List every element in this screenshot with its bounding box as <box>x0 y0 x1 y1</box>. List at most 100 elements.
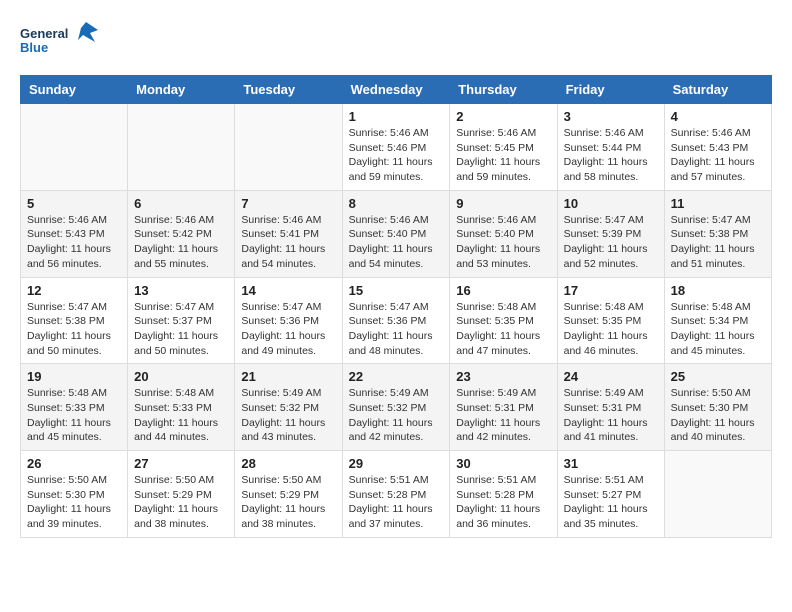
calendar-day-cell: 8 Sunrise: 5:46 AMSunset: 5:40 PMDaylight… <box>342 190 450 277</box>
day-info: Sunrise: 5:50 AMSunset: 5:29 PMDaylight:… <box>134 473 228 532</box>
day-number: 2 <box>456 109 550 124</box>
calendar-day-cell: 6Sunrise: 5:46 AMSunset: 5:42 PMDaylight… <box>128 190 235 277</box>
day-number: 9 <box>456 196 550 211</box>
calendar-week-row: 5 Sunrise: 5:46 AMSunset: 5:43 PMDaylight… <box>21 190 772 277</box>
day-number: 30 <box>456 456 550 471</box>
day-number: 23 <box>456 369 550 384</box>
calendar-day-cell: 31Sunrise: 5:51 AMSunset: 5:27 PMDayligh… <box>557 451 664 538</box>
calendar-day-cell: 20Sunrise: 5:48 AMSunset: 5:33 PMDayligh… <box>128 364 235 451</box>
day-info: Sunrise: 5:46 AMSunset: 5:43 PMDaylight:… <box>27 213 121 272</box>
day-number: 16 <box>456 283 550 298</box>
calendar-day-cell: 23Sunrise: 5:49 AMSunset: 5:31 PMDayligh… <box>450 364 557 451</box>
weekday-header: Saturday <box>664 76 771 104</box>
day-number: 25 <box>671 369 765 384</box>
day-number: 5 <box>27 196 121 211</box>
day-info: Sunrise: 5:46 AMSunset: 5:44 PMDaylight:… <box>564 126 658 185</box>
svg-text:General: General <box>20 26 68 41</box>
day-info: Sunrise: 5:47 AMSunset: 5:36 PMDaylight:… <box>349 300 444 359</box>
calendar-day-cell: 5 Sunrise: 5:46 AMSunset: 5:43 PMDaylight… <box>21 190 128 277</box>
calendar-day-cell: 11 Sunrise: 5:47 AMSunset: 5:38 PMDayligh… <box>664 190 771 277</box>
calendar-day-cell: 28 Sunrise: 5:50 AMSunset: 5:29 PMDayligh… <box>235 451 342 538</box>
calendar-day-cell: 27 Sunrise: 5:50 AMSunset: 5:29 PMDayligh… <box>128 451 235 538</box>
day-number: 6 <box>134 196 228 211</box>
day-info: Sunrise: 5:51 AMSunset: 5:28 PMDaylight:… <box>349 473 444 532</box>
day-number: 24 <box>564 369 658 384</box>
calendar-day-cell: 16 Sunrise: 5:48 AMSunset: 5:35 PMDayligh… <box>450 277 557 364</box>
day-number: 26 <box>27 456 121 471</box>
day-info: Sunrise: 5:46 AMSunset: 5:41 PMDaylight:… <box>241 213 335 272</box>
day-info: Sunrise: 5:51 AMSunset: 5:28 PMDaylight:… <box>456 473 550 532</box>
day-info: Sunrise: 5:49 AMSunset: 5:32 PMDaylight:… <box>241 386 335 445</box>
calendar-day-cell: 13 Sunrise: 5:47 AMSunset: 5:37 PMDayligh… <box>128 277 235 364</box>
day-info: Sunrise: 5:46 AMSunset: 5:40 PMDaylight:… <box>349 213 444 272</box>
calendar-day-cell: 29 Sunrise: 5:51 AMSunset: 5:28 PMDayligh… <box>342 451 450 538</box>
calendar-day-cell: 4Sunrise: 5:46 AMSunset: 5:43 PMDaylight… <box>664 104 771 191</box>
day-info: Sunrise: 5:49 AMSunset: 5:31 PMDaylight:… <box>564 386 658 445</box>
day-info: Sunrise: 5:48 AMSunset: 5:35 PMDaylight:… <box>456 300 550 359</box>
day-number: 13 <box>134 283 228 298</box>
day-info: Sunrise: 5:50 AMSunset: 5:29 PMDaylight:… <box>241 473 335 532</box>
calendar-day-cell: 7 Sunrise: 5:46 AMSunset: 5:41 PMDaylight… <box>235 190 342 277</box>
svg-text:Blue: Blue <box>20 40 48 55</box>
calendar-day-cell: 17Sunrise: 5:48 AMSunset: 5:35 PMDayligh… <box>557 277 664 364</box>
day-number: 28 <box>241 456 335 471</box>
day-number: 19 <box>27 369 121 384</box>
day-number: 11 <box>671 196 765 211</box>
calendar-day-cell: 12Sunrise: 5:47 AMSunset: 5:38 PMDayligh… <box>21 277 128 364</box>
calendar-header-row: SundayMondayTuesdayWednesdayThursdayFrid… <box>21 76 772 104</box>
day-info: Sunrise: 5:46 AMSunset: 5:45 PMDaylight:… <box>456 126 550 185</box>
weekday-header: Tuesday <box>235 76 342 104</box>
calendar-day-cell: 30 Sunrise: 5:51 AMSunset: 5:28 PMDayligh… <box>450 451 557 538</box>
day-number: 15 <box>349 283 444 298</box>
calendar-day-cell: 19 Sunrise: 5:48 AMSunset: 5:33 PMDayligh… <box>21 364 128 451</box>
calendar-day-cell: 3Sunrise: 5:46 AMSunset: 5:44 PMDaylight… <box>557 104 664 191</box>
day-number: 18 <box>671 283 765 298</box>
calendar-day-cell <box>128 104 235 191</box>
day-info: Sunrise: 5:48 AMSunset: 5:33 PMDaylight:… <box>27 386 121 445</box>
calendar-week-row: 26 Sunrise: 5:50 AMSunset: 5:30 PMDayligh… <box>21 451 772 538</box>
calendar-day-cell: 9 Sunrise: 5:46 AMSunset: 5:40 PMDaylight… <box>450 190 557 277</box>
day-info: Sunrise: 5:48 AMSunset: 5:33 PMDaylight:… <box>134 386 228 445</box>
logo-svg: General Blue <box>20 20 100 65</box>
day-info: Sunrise: 5:46 AMSunset: 5:40 PMDaylight:… <box>456 213 550 272</box>
calendar-table: SundayMondayTuesdayWednesdayThursdayFrid… <box>20 75 772 538</box>
day-info: Sunrise: 5:47 AMSunset: 5:38 PMDaylight:… <box>671 213 765 272</box>
calendar-day-cell: 15 Sunrise: 5:47 AMSunset: 5:36 PMDayligh… <box>342 277 450 364</box>
day-number: 22 <box>349 369 444 384</box>
weekday-header: Wednesday <box>342 76 450 104</box>
day-number: 8 <box>349 196 444 211</box>
day-number: 10 <box>564 196 658 211</box>
day-number: 14 <box>241 283 335 298</box>
calendar-day-cell <box>21 104 128 191</box>
day-info: Sunrise: 5:50 AMSunset: 5:30 PMDaylight:… <box>27 473 121 532</box>
calendar-week-row: 19 Sunrise: 5:48 AMSunset: 5:33 PMDayligh… <box>21 364 772 451</box>
day-number: 27 <box>134 456 228 471</box>
page-header: General Blue <box>20 20 772 65</box>
weekday-header: Sunday <box>21 76 128 104</box>
day-number: 21 <box>241 369 335 384</box>
day-info: Sunrise: 5:48 AMSunset: 5:35 PMDaylight:… <box>564 300 658 359</box>
day-info: Sunrise: 5:50 AMSunset: 5:30 PMDaylight:… <box>671 386 765 445</box>
day-number: 29 <box>349 456 444 471</box>
calendar-day-cell <box>664 451 771 538</box>
calendar-day-cell: 14Sunrise: 5:47 AMSunset: 5:36 PMDayligh… <box>235 277 342 364</box>
weekday-header: Friday <box>557 76 664 104</box>
day-info: Sunrise: 5:47 AMSunset: 5:38 PMDaylight:… <box>27 300 121 359</box>
day-info: Sunrise: 5:49 AMSunset: 5:32 PMDaylight:… <box>349 386 444 445</box>
calendar-day-cell: 10 Sunrise: 5:47 AMSunset: 5:39 PMDayligh… <box>557 190 664 277</box>
day-number: 1 <box>349 109 444 124</box>
day-info: Sunrise: 5:47 AMSunset: 5:37 PMDaylight:… <box>134 300 228 359</box>
day-info: Sunrise: 5:48 AMSunset: 5:34 PMDaylight:… <box>671 300 765 359</box>
calendar-day-cell <box>235 104 342 191</box>
calendar-week-row: 1 Sunrise: 5:46 AMSunset: 5:46 PMDaylight… <box>21 104 772 191</box>
weekday-header: Thursday <box>450 76 557 104</box>
day-number: 7 <box>241 196 335 211</box>
calendar-day-cell: 24 Sunrise: 5:49 AMSunset: 5:31 PMDayligh… <box>557 364 664 451</box>
weekday-header: Monday <box>128 76 235 104</box>
logo: General Blue <box>20 20 100 65</box>
day-info: Sunrise: 5:46 AMSunset: 5:46 PMDaylight:… <box>349 126 444 185</box>
calendar-day-cell: 21 Sunrise: 5:49 AMSunset: 5:32 PMDayligh… <box>235 364 342 451</box>
day-info: Sunrise: 5:47 AMSunset: 5:39 PMDaylight:… <box>564 213 658 272</box>
calendar-day-cell: 18 Sunrise: 5:48 AMSunset: 5:34 PMDayligh… <box>664 277 771 364</box>
calendar-day-cell: 1 Sunrise: 5:46 AMSunset: 5:46 PMDaylight… <box>342 104 450 191</box>
